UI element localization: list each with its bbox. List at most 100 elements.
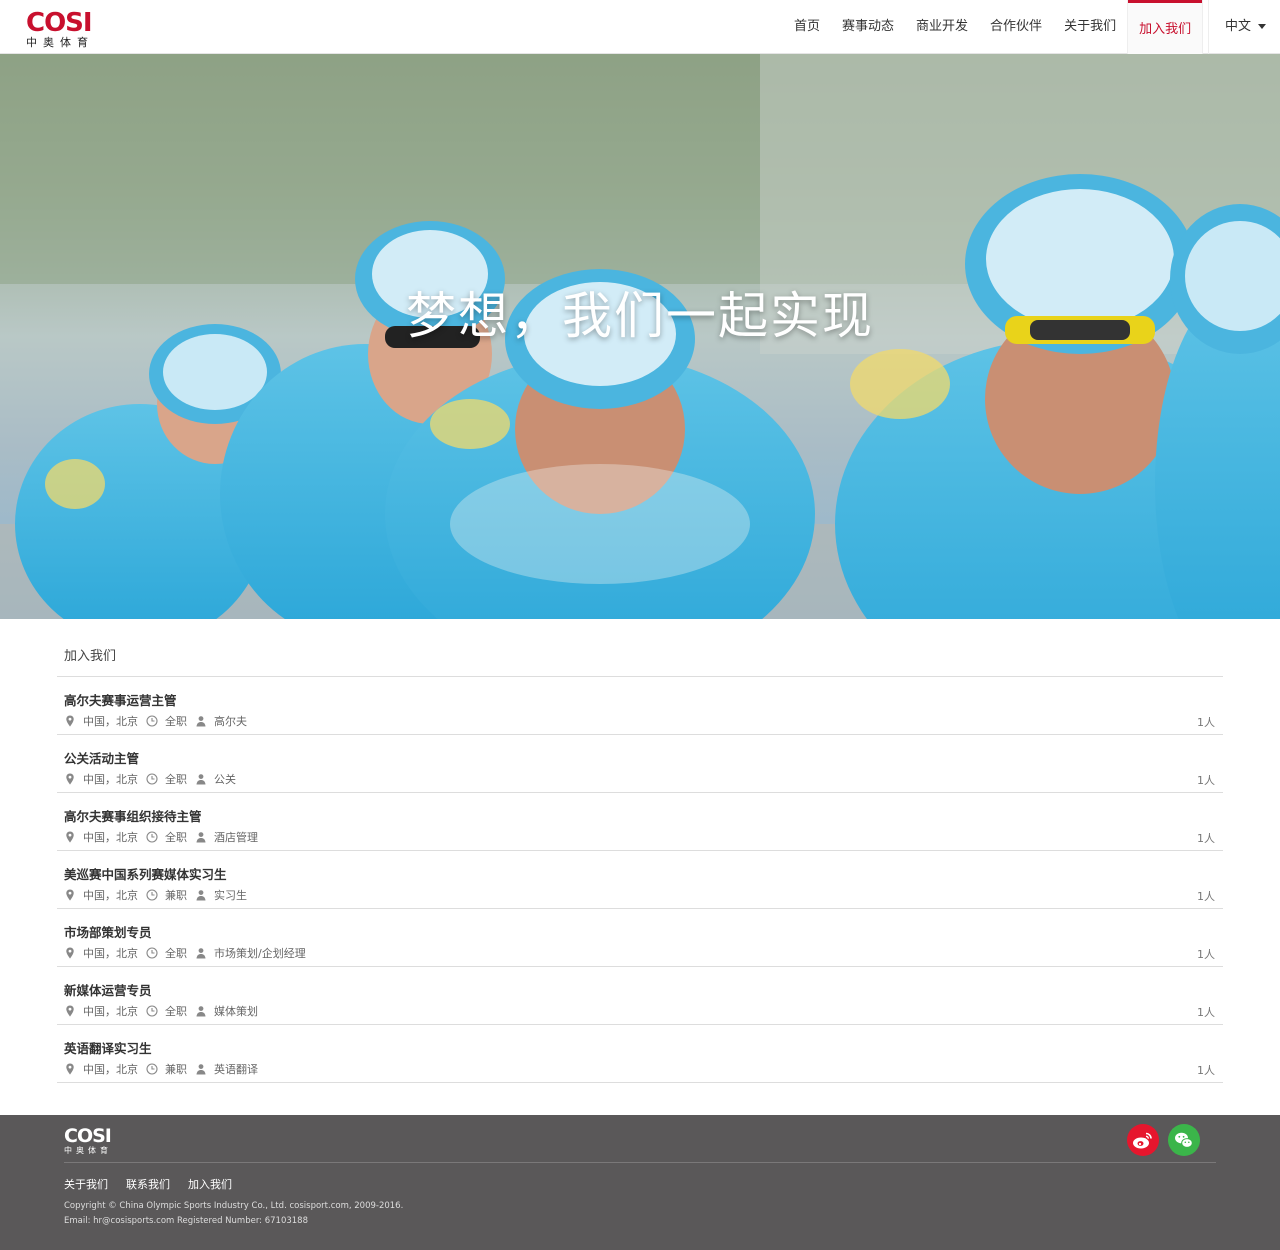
- job-location: 中国，北京: [83, 947, 138, 960]
- job-title[interactable]: 市场部策划专员: [64, 922, 152, 941]
- job-type: 全职: [165, 715, 187, 728]
- job-category: 公关: [214, 773, 236, 786]
- job-headcount: 1人: [1197, 1006, 1215, 1019]
- job-headcount: 1人: [1197, 774, 1215, 787]
- footer-link-join[interactable]: 加入我们: [188, 1176, 232, 1192]
- person-icon: [196, 832, 206, 843]
- job-type: 全职: [165, 1005, 187, 1018]
- job-location: 中国，北京: [83, 831, 138, 844]
- job-title[interactable]: 高尔夫赛事运营主管: [64, 690, 177, 709]
- location-pin-icon: [66, 773, 74, 785]
- location-pin-icon: [66, 831, 74, 843]
- language-selector[interactable]: 中文: [1208, 0, 1280, 54]
- job-row[interactable]: 高尔夫赛事组织接待主管 中国，北京 全职 酒店管理 1人: [57, 793, 1223, 851]
- job-headcount: 1人: [1197, 716, 1215, 729]
- job-title[interactable]: 公关活动主管: [64, 748, 139, 767]
- job-list: 高尔夫赛事运营主管 中国，北京 全职 高尔夫 1人 公关活动主管 中国，北京 全…: [57, 676, 1223, 1083]
- clock-icon: [146, 715, 158, 727]
- clock-icon: [146, 1063, 158, 1075]
- job-headcount: 1人: [1197, 890, 1215, 903]
- job-title[interactable]: 新媒体运营专员: [64, 980, 152, 999]
- job-type: 全职: [165, 947, 187, 960]
- location-pin-icon: [66, 947, 74, 959]
- job-meta: 中国，北京 全职 媒体策划: [64, 1003, 266, 1019]
- nav-item-about[interactable]: 关于我们: [1053, 0, 1127, 54]
- location-pin-icon: [66, 889, 74, 901]
- job-title[interactable]: 高尔夫赛事组织接待主管: [64, 806, 202, 825]
- person-icon: [196, 890, 206, 901]
- clock-icon: [146, 947, 158, 959]
- nav-item-events[interactable]: 赛事动态: [831, 0, 905, 54]
- clock-icon: [146, 1005, 158, 1017]
- footer-logo[interactable]: COSI 中奥体育: [64, 1125, 112, 1156]
- person-icon: [196, 1006, 206, 1017]
- contact-line: Email: hr@cosisports.com Registered Numb…: [64, 1216, 308, 1226]
- language-label: 中文: [1225, 19, 1252, 34]
- clock-icon: [146, 889, 158, 901]
- job-location: 中国，北京: [83, 889, 138, 902]
- job-row[interactable]: 公关活动主管 中国，北京 全职 公关 1人: [57, 735, 1223, 793]
- job-category: 市场策划/企划经理: [214, 947, 306, 960]
- job-row[interactable]: 新媒体运营专员 中国，北京 全职 媒体策划 1人: [57, 967, 1223, 1025]
- location-pin-icon: [66, 715, 74, 727]
- job-row[interactable]: 美巡赛中国系列赛媒体实习生 中国，北京 兼职 实习生 1人: [57, 851, 1223, 909]
- wechat-icon[interactable]: [1168, 1124, 1200, 1156]
- clock-icon: [146, 831, 158, 843]
- location-pin-icon: [66, 1005, 74, 1017]
- job-location: 中国，北京: [83, 1005, 138, 1018]
- weibo-icon[interactable]: [1127, 1124, 1159, 1156]
- job-row[interactable]: 市场部策划专员 中国，北京 全职 市场策划/企划经理 1人: [57, 909, 1223, 967]
- main-nav: 首页 赛事动态 商业开发 合作伙伴 关于我们 加入我们: [783, 0, 1204, 54]
- nav-item-partners[interactable]: 合作伙伴: [979, 0, 1053, 54]
- location-pin-icon: [66, 1063, 74, 1075]
- clock-icon: [146, 773, 158, 785]
- job-category: 英语翻译: [214, 1063, 258, 1076]
- copyright-line: Copyright © China Olympic Sports Industr…: [64, 1201, 404, 1211]
- job-title[interactable]: 美巡赛中国系列赛媒体实习生: [64, 864, 227, 883]
- site-header: COSI 中奥体育 首页 赛事动态 商业开发 合作伙伴 关于我们 加入我们 中文: [0, 0, 1280, 54]
- footer-logo-wordmark: COSI: [64, 1125, 112, 1147]
- job-meta: 中国，北京 全职 酒店管理: [64, 829, 266, 845]
- job-type: 全职: [165, 773, 187, 786]
- footer-logo-subtitle: 中奥体育: [64, 1146, 112, 1155]
- site-footer: COSI 中奥体育 关于我们 联系我们 加入我们 Copyright © Chi…: [0, 1115, 1280, 1250]
- footer-links: 关于我们 联系我们 加入我们: [64, 1176, 250, 1192]
- job-type: 全职: [165, 831, 187, 844]
- job-row[interactable]: 英语翻译实习生 中国，北京 兼职 英语翻译 1人: [57, 1025, 1223, 1083]
- nav-item-join-us[interactable]: 加入我们: [1127, 0, 1204, 54]
- job-meta: 中国，北京 兼职 英语翻译: [64, 1061, 266, 1077]
- job-meta: 中国，北京 全职 公关: [64, 771, 244, 787]
- job-meta: 中国，北京 全职 高尔夫: [64, 713, 255, 729]
- nav-item-home[interactable]: 首页: [783, 0, 831, 54]
- logo-wordmark: COSI: [26, 8, 93, 38]
- hero-title: 梦想，我们一起实现: [406, 287, 874, 345]
- job-category: 媒体策划: [214, 1005, 258, 1018]
- job-row[interactable]: 高尔夫赛事运营主管 中国，北京 全职 高尔夫 1人: [57, 677, 1223, 735]
- footer-link-contact[interactable]: 联系我们: [126, 1176, 170, 1192]
- job-title[interactable]: 英语翻译实习生: [64, 1038, 152, 1057]
- job-meta: 中国，北京 全职 市场策划/企划经理: [64, 945, 314, 961]
- job-location: 中国，北京: [83, 715, 138, 728]
- job-headcount: 1人: [1197, 1064, 1215, 1077]
- person-icon: [196, 1064, 206, 1075]
- person-icon: [196, 716, 206, 727]
- chevron-down-icon: [1258, 24, 1267, 29]
- job-headcount: 1人: [1197, 832, 1215, 845]
- hero-banner: 梦想，我们一起实现: [0, 54, 1280, 619]
- cosi-logo[interactable]: COSI 中奥体育: [26, 8, 110, 49]
- person-icon: [196, 774, 206, 785]
- footer-link-about[interactable]: 关于我们: [64, 1176, 108, 1192]
- logo-subtitle: 中奥体育: [26, 36, 94, 49]
- footer-divider: [64, 1162, 1216, 1163]
- job-location: 中国，北京: [83, 1063, 138, 1076]
- job-headcount: 1人: [1197, 948, 1215, 961]
- job-type: 兼职: [165, 1063, 187, 1076]
- job-location: 中国，北京: [83, 773, 138, 786]
- job-type: 兼职: [165, 889, 187, 902]
- nav-item-business[interactable]: 商业开发: [905, 0, 979, 54]
- job-meta: 中国，北京 兼职 实习生: [64, 887, 255, 903]
- job-category: 高尔夫: [214, 715, 247, 728]
- copyright-text: Copyright © China Olympic Sports Industr…: [64, 1199, 403, 1229]
- section-title: 加入我们: [64, 649, 117, 664]
- job-category: 酒店管理: [214, 831, 258, 844]
